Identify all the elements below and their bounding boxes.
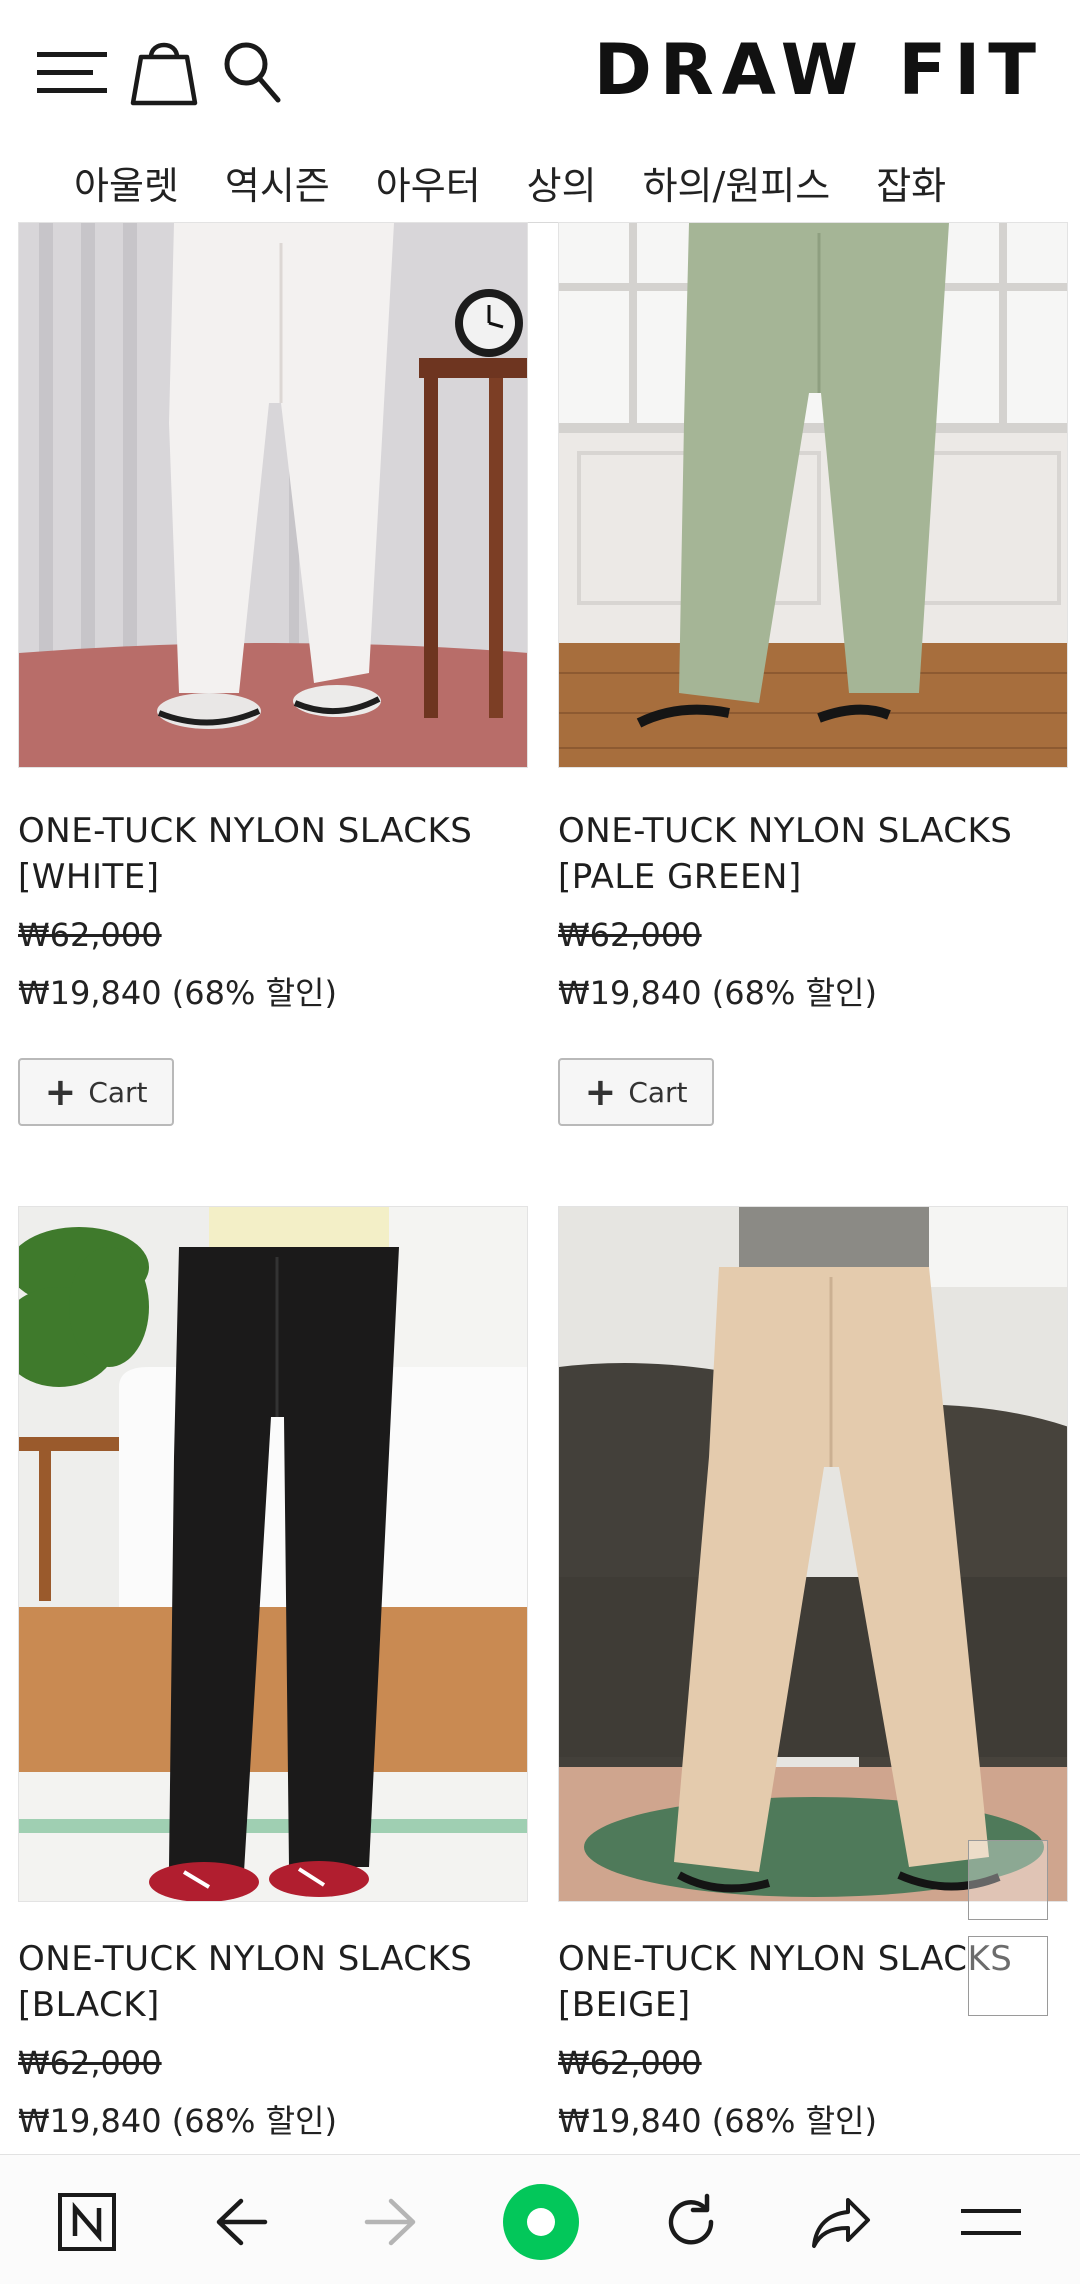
product-name[interactable]: ONE-TUCK NYLON SLACKS [WHITE]	[18, 808, 538, 900]
category-top[interactable]: 상의	[527, 155, 597, 210]
menu-icon[interactable]	[946, 2177, 1036, 2267]
product-card: ONE-TUCK NYLON SLACKS [BLACK] ₩62,000 ₩1…	[18, 1206, 528, 2154]
plus-icon: +	[44, 1070, 77, 1114]
original-price: ₩62,000	[18, 916, 162, 954]
product-name-line2[interactable]: [WHITE]	[18, 854, 538, 900]
sale-price: ₩19,840 (68% 할인)	[18, 2102, 337, 2140]
brand-logo[interactable]: DRAW FIT	[594, 29, 1044, 111]
hamburger-menu-icon[interactable]	[30, 30, 114, 114]
back-arrow-icon[interactable]	[196, 2177, 286, 2267]
category-accessories[interactable]: 잡화	[876, 155, 946, 210]
category-nav: 아울렛 역시즌 아우터 상의 하의/원피스 잡화	[0, 140, 1080, 224]
category-bottom-dress[interactable]: 하의/원피스	[643, 155, 831, 210]
product-image[interactable]	[18, 1206, 528, 1902]
category-outlet[interactable]: 아울렛	[74, 155, 179, 210]
shopping-bag-icon[interactable]	[122, 30, 206, 114]
sale-price: ₩19,840 (68% 할인)	[18, 974, 337, 1012]
product-grid: ONE-TUCK NYLON SLACKS [WHITE] ₩62,000 ₩1…	[0, 222, 1080, 2154]
product-name-line1[interactable]: ONE-TUCK NYLON SLACKS	[18, 1936, 538, 1982]
naver-home-icon[interactable]	[42, 2177, 132, 2267]
product-name-line2[interactable]: [BLACK]	[18, 1982, 538, 2028]
product-name-line2[interactable]: [PALE GREEN]	[558, 854, 1078, 900]
product-card: ONE-TUCK NYLON SLACKS [WHITE] ₩62,000 ₩1…	[18, 222, 528, 1126]
product-name-line1[interactable]: ONE-TUCK NYLON SLACKS	[558, 808, 1078, 854]
scroll-bottom-button[interactable]	[968, 1936, 1048, 2016]
product-name-line1[interactable]: ONE-TUCK NYLON SLACKS	[18, 808, 538, 854]
product-name[interactable]: ONE-TUCK NYLON SLACKS [PALE GREEN]	[558, 808, 1078, 900]
add-to-cart-button[interactable]: + Cart	[558, 1058, 714, 1126]
category-off-season[interactable]: 역시즌	[225, 155, 330, 210]
search-icon[interactable]	[210, 30, 294, 114]
browser-bottom-bar	[0, 2154, 1080, 2284]
green-circle-icon[interactable]	[496, 2177, 586, 2267]
product-image[interactable]	[18, 222, 528, 768]
cart-label: Cart	[628, 1075, 688, 1109]
scroll-top-button[interactable]	[968, 1840, 1048, 1920]
sale-price: ₩19,840 (68% 할인)	[558, 974, 877, 1012]
add-to-cart-button[interactable]: + Cart	[18, 1058, 174, 1126]
original-price: ₩62,000	[18, 2044, 162, 2082]
original-price: ₩62,000	[558, 2044, 702, 2082]
product-image[interactable]	[558, 222, 1068, 768]
plus-icon: +	[584, 1070, 617, 1114]
product-image[interactable]	[558, 1206, 1068, 1902]
product-name[interactable]: ONE-TUCK NYLON SLACKS [BLACK]	[18, 1936, 538, 2028]
category-outer[interactable]: 아우터	[376, 155, 481, 210]
cart-label: Cart	[88, 1075, 148, 1109]
sale-price: ₩19,840 (68% 할인)	[558, 2102, 877, 2140]
product-card: ONE-TUCK NYLON SLACKS [PALE GREEN] ₩62,0…	[558, 222, 1068, 1126]
refresh-icon[interactable]	[646, 2177, 736, 2267]
forward-arrow-icon[interactable]	[346, 2177, 436, 2267]
original-price: ₩62,000	[558, 916, 702, 954]
share-icon[interactable]	[796, 2177, 886, 2267]
site-header: DRAW FIT	[0, 0, 1080, 140]
